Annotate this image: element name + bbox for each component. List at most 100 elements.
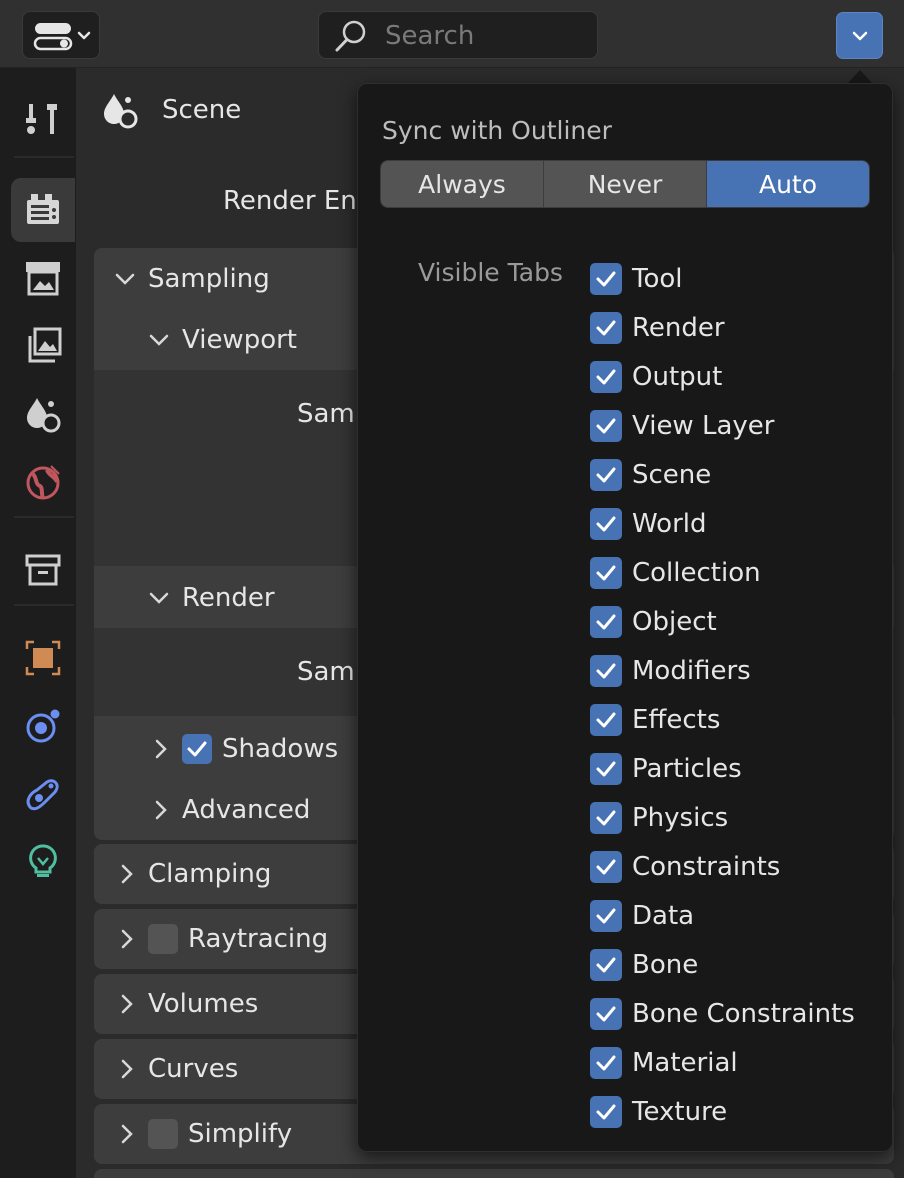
physics-icon (26, 709, 60, 743)
visible-tab-item[interactable]: Collection (590, 548, 855, 597)
check-icon (596, 467, 616, 482)
visible-tab-checkbox[interactable] (590, 458, 622, 491)
simplify-header[interactable]: Simplify (118, 1119, 292, 1149)
editor-type-button[interactable] (22, 11, 100, 59)
visible-tab-checkbox[interactable] (590, 507, 622, 540)
chevron-right-icon (121, 929, 133, 949)
visible-tab-label: Bone (632, 949, 699, 980)
tab-data[interactable] (11, 830, 75, 894)
render-engine-label: Render Eng (223, 186, 374, 216)
visible-tab-item[interactable]: Bone (590, 940, 855, 989)
advanced-label: Advanced (182, 795, 311, 825)
options-dropdown-button[interactable] (836, 12, 883, 59)
sync-option-always[interactable]: Always (381, 161, 544, 207)
sync-option-never[interactable]: Never (544, 161, 707, 207)
search-placeholder: Search (385, 21, 475, 51)
visible-tab-checkbox[interactable] (590, 997, 622, 1030)
visible-tab-checkbox[interactable] (590, 311, 622, 344)
check-icon (596, 614, 616, 629)
visible-tab-label: Tool (632, 263, 683, 294)
visible-tab-checkbox[interactable] (590, 850, 622, 883)
advanced-header[interactable]: Advanced (152, 795, 310, 825)
tab-object[interactable] (11, 626, 75, 690)
tab-view-layer[interactable] (11, 314, 75, 378)
visible-tab-label: Constraints (632, 851, 781, 882)
visible-tab-item[interactable]: Data (590, 891, 855, 940)
visible-tab-checkbox[interactable] (590, 360, 622, 393)
sampling-label: Sampling (148, 264, 270, 294)
viewport-header[interactable]: Viewport (148, 325, 297, 355)
search-field[interactable]: Search (318, 11, 598, 59)
visible-tab-checkbox[interactable] (590, 654, 622, 687)
tab-output[interactable] (11, 246, 75, 310)
visible-tab-checkbox[interactable] (590, 899, 622, 932)
visible-tab-item[interactable]: View Layer (590, 401, 855, 450)
tab-tool[interactable] (11, 88, 75, 152)
visible-tab-item[interactable]: Output (590, 352, 855, 401)
check-icon (596, 271, 616, 286)
visible-tab-checkbox[interactable] (590, 605, 622, 638)
render-header[interactable]: Render (148, 583, 275, 613)
chevron-right-icon (121, 864, 133, 884)
check-icon (596, 369, 616, 384)
visible-tab-label: View Layer (632, 410, 775, 441)
visible-tab-checkbox[interactable] (590, 409, 622, 442)
chevron-right-icon (155, 800, 167, 820)
chevron-right-icon (121, 1124, 133, 1144)
raytracing-checkbox[interactable] (148, 924, 178, 954)
clamping-header[interactable]: Clamping (118, 859, 271, 889)
visible-tab-item[interactable]: Texture (590, 1087, 855, 1136)
simplify-label: Simplify (188, 1119, 293, 1149)
check-icon (596, 1104, 616, 1119)
visible-tab-item[interactable]: Object (590, 597, 855, 646)
visible-tab-checkbox[interactable] (590, 556, 622, 589)
chevron-down-icon (115, 273, 135, 285)
visible-tab-item[interactable]: Physics (590, 793, 855, 842)
tab-world[interactable] (11, 450, 75, 514)
visible-tab-item[interactable]: Particles (590, 744, 855, 793)
shadows-checkbox[interactable] (182, 734, 212, 764)
visible-tab-checkbox[interactable] (590, 1095, 622, 1128)
visible-tab-item[interactable]: Effects (590, 695, 855, 744)
world-icon (26, 465, 60, 500)
visible-tab-checkbox[interactable] (590, 703, 622, 736)
visible-tab-label: Output (632, 361, 723, 392)
visible-tab-label: Effects (632, 704, 721, 735)
visible-tab-checkbox[interactable] (590, 801, 622, 834)
shadows-header[interactable]: Shadows (152, 734, 338, 764)
raytracing-header[interactable]: Raytracing (118, 924, 328, 954)
chevron-down-icon (149, 592, 169, 604)
visible-tab-label: Collection (632, 557, 761, 588)
shadows-label: Shadows (222, 734, 339, 764)
visible-tab-checkbox[interactable] (590, 948, 622, 981)
visible-tab-item[interactable]: Constraints (590, 842, 855, 891)
tab-collection[interactable] (11, 538, 75, 602)
chevron-right-icon (155, 739, 167, 759)
visible-tab-item[interactable]: Modifiers (590, 646, 855, 695)
visible-tab-checkbox[interactable] (590, 262, 622, 295)
visible-tab-item[interactable]: Bone Constraints (590, 989, 855, 1038)
sampling-header[interactable]: Sampling (114, 264, 270, 294)
curves-header[interactable]: Curves (118, 1054, 238, 1084)
visible-tab-item[interactable]: Scene (590, 450, 855, 499)
check-icon (596, 320, 616, 335)
visible-tab-label: Scene (632, 459, 712, 490)
visible-tab-checkbox[interactable] (590, 1046, 622, 1079)
simplify-checkbox[interactable] (148, 1119, 178, 1149)
tab-scene[interactable] (11, 382, 75, 446)
visible-tab-item[interactable]: Material (590, 1038, 855, 1087)
visible-tab-item[interactable]: World (590, 499, 855, 548)
chevron-right-icon (121, 1059, 133, 1079)
tab-physics[interactable] (11, 694, 75, 758)
sync-option-auto[interactable]: Auto (707, 161, 869, 207)
visible-tab-item[interactable]: Tool (590, 254, 855, 303)
check-icon (187, 741, 207, 757)
tab-render[interactable] (11, 178, 75, 242)
volumes-header[interactable]: Volumes (118, 989, 258, 1019)
visible-tab-item[interactable]: Render (590, 303, 855, 352)
check-icon (596, 810, 616, 825)
chevron-right-icon (121, 994, 133, 1014)
visible-tab-checkbox[interactable] (590, 752, 622, 785)
tab-constraints[interactable] (11, 762, 75, 826)
search-icon (335, 20, 366, 52)
